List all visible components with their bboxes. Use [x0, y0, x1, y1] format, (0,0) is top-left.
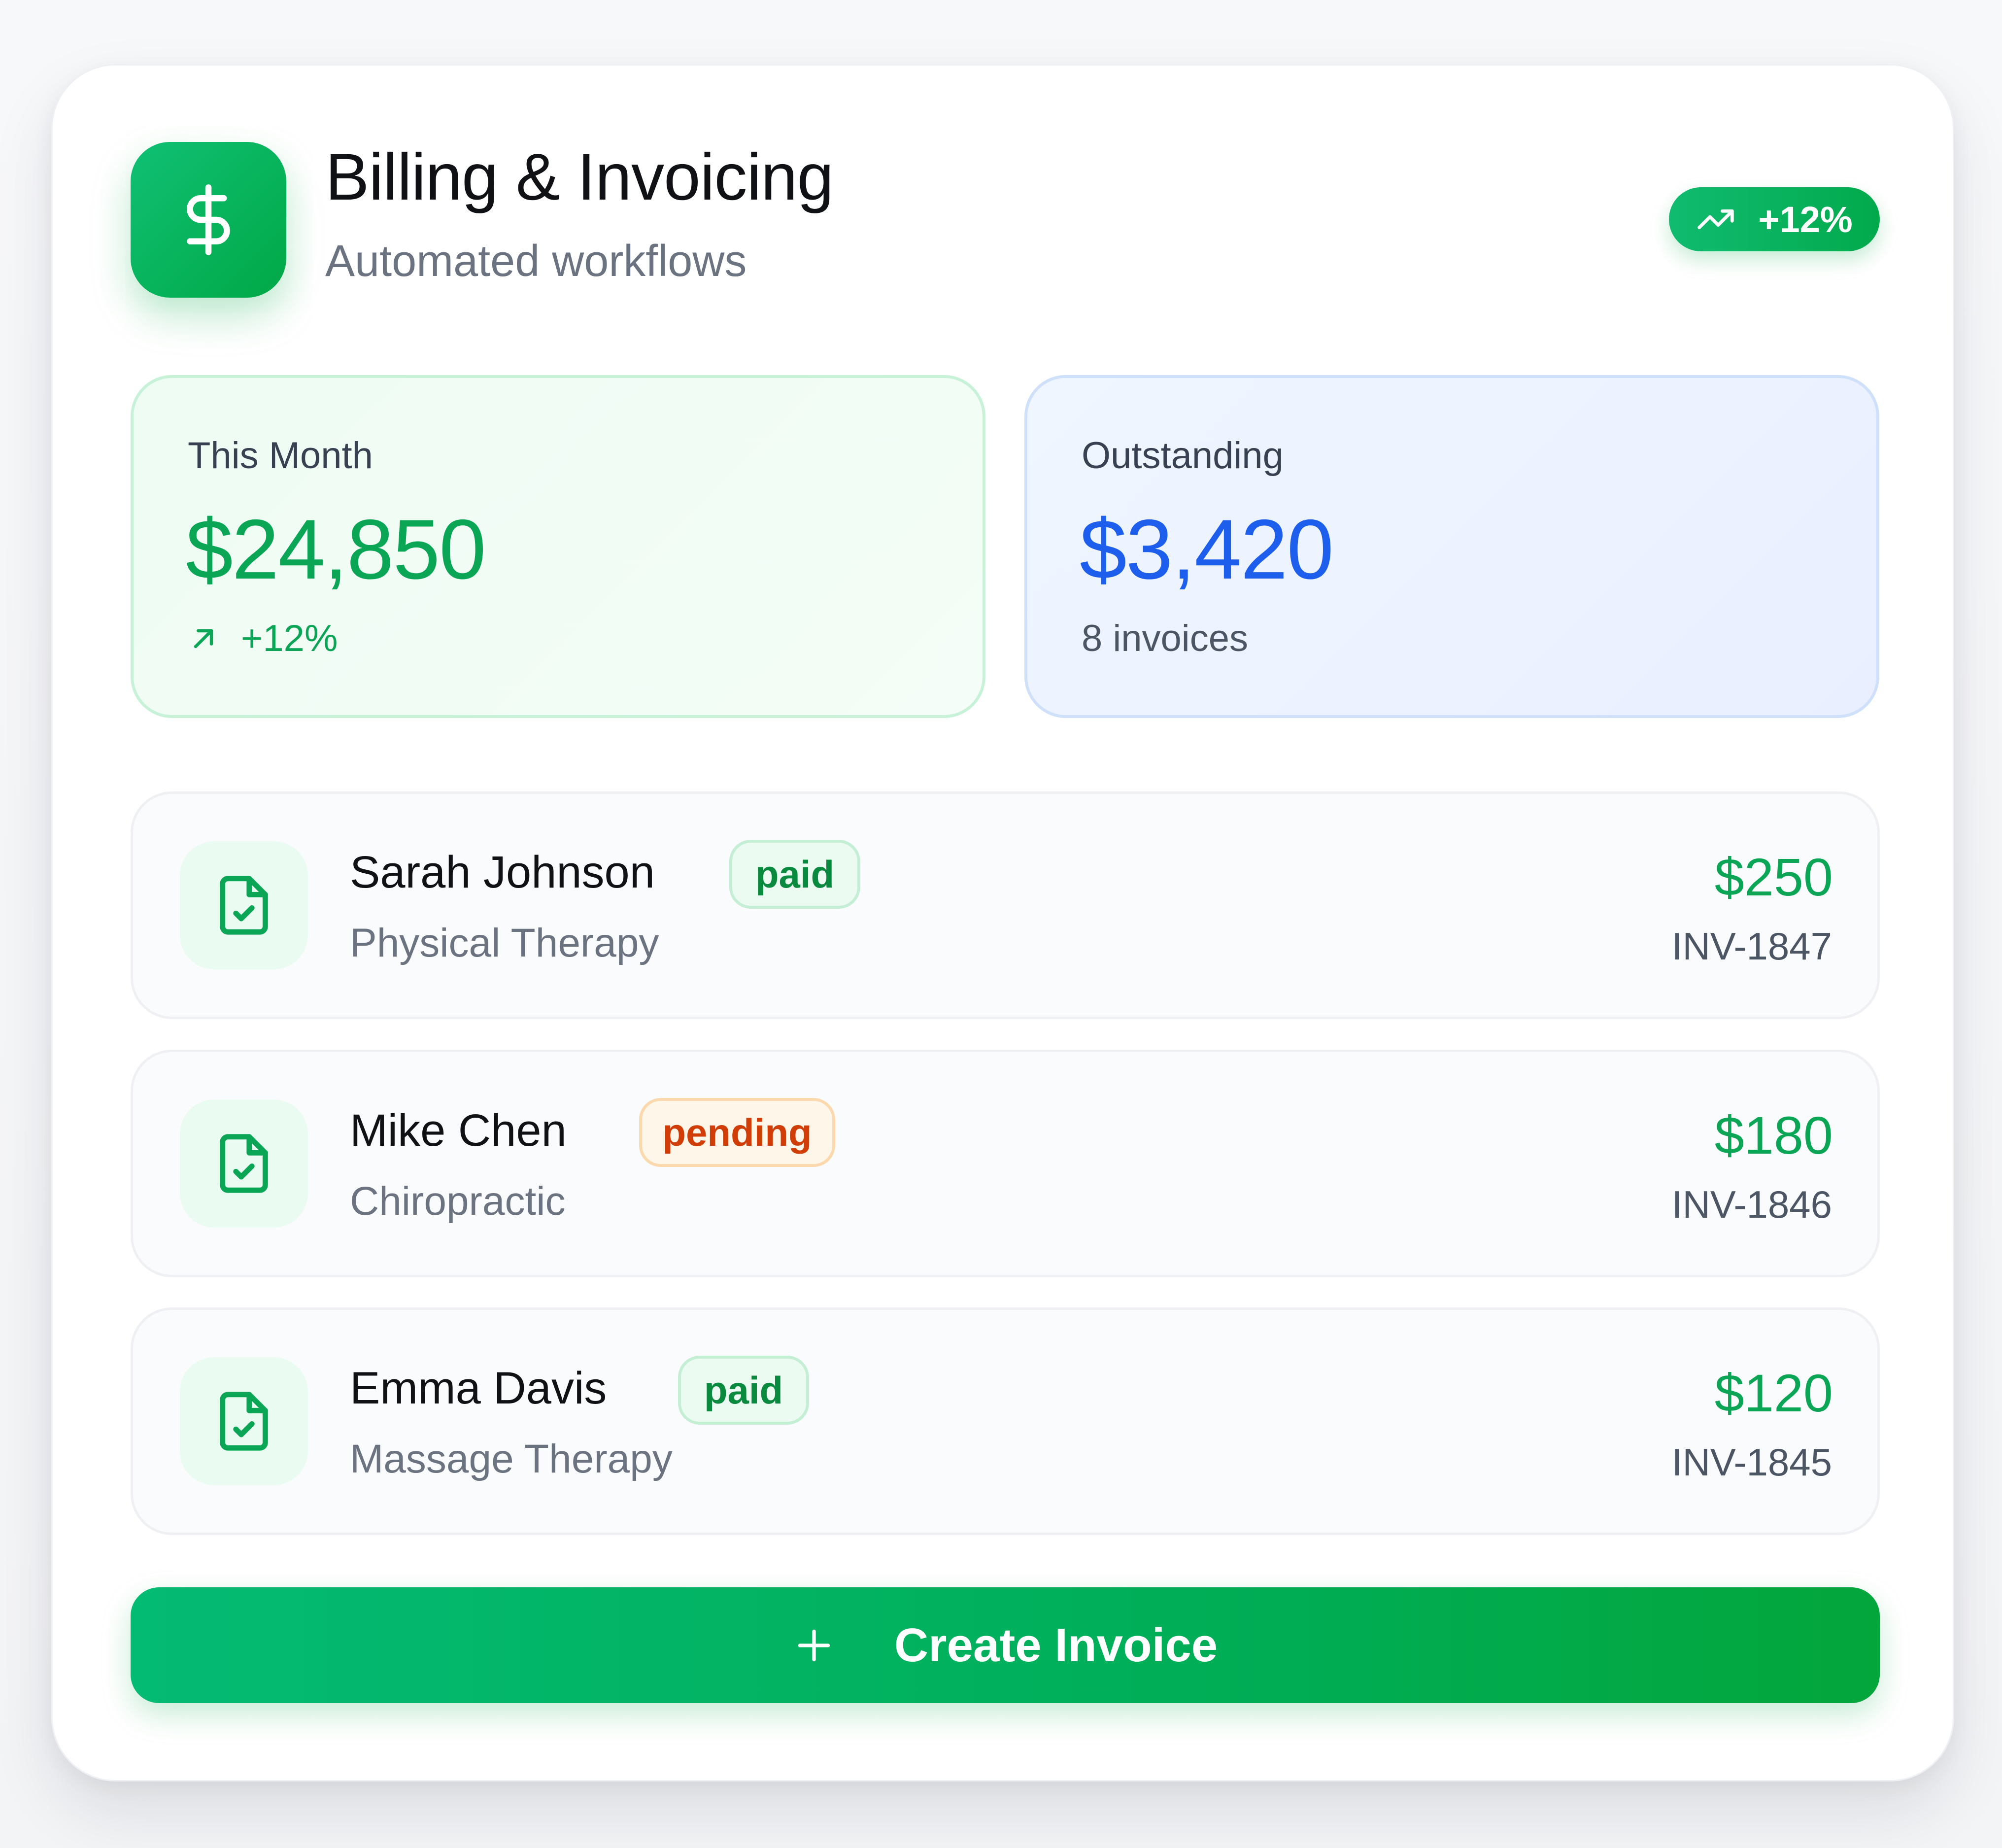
trend-badge: +12% — [1669, 187, 1880, 251]
stat-outstanding-count: 8 invoices — [1082, 617, 1248, 659]
invoice-amount: $250 — [1714, 847, 1833, 907]
page-title: Billing & Invoicing — [325, 140, 834, 214]
invoice-id: INV-1847 — [1671, 924, 1832, 968]
arrow-up-right-icon — [194, 629, 213, 649]
stat-outstanding-label: Outstanding — [1082, 435, 1284, 477]
billing-card: Billing & Invoicing Automated workflows … — [51, 64, 1954, 1781]
stat-this-month: This Month $24,850 +12% — [131, 375, 985, 718]
status-badge: pending — [639, 1098, 835, 1167]
invoice-row[interactable]: Mike Chen pending Chiropractic $180 INV-… — [131, 1050, 1880, 1277]
dollar-icon — [131, 142, 286, 298]
trending-up-icon — [1697, 209, 1734, 229]
invoice-amount: $120 — [1714, 1363, 1833, 1423]
create-invoice-button[interactable]: Create Invoice — [131, 1587, 1880, 1703]
stat-this-month-change-value: +12% — [241, 617, 338, 659]
file-check-icon — [180, 1357, 308, 1485]
invoice-client-name: Emma Davis — [350, 1363, 607, 1413]
page-subtitle: Automated workflows — [325, 237, 747, 286]
stat-outstanding-value: $3,420 — [1080, 502, 1334, 597]
file-check-icon — [180, 1099, 308, 1228]
invoice-row[interactable]: Sarah Johnson paid Physical Therapy $250… — [131, 791, 1880, 1019]
invoice-service: Physical Therapy — [350, 921, 659, 965]
stat-outstanding: Outstanding $3,420 8 invoices — [1024, 375, 1879, 718]
stat-this-month-label: This Month — [188, 435, 373, 477]
invoice-row[interactable]: Emma Davis paid Massage Therapy $120 INV… — [131, 1307, 1880, 1535]
stat-this-month-value: $24,850 — [186, 502, 486, 597]
trend-badge-value: +12% — [1758, 199, 1853, 240]
create-invoice-label: Create Invoice — [894, 1618, 1218, 1672]
invoice-amount: $180 — [1714, 1105, 1833, 1165]
invoice-id: INV-1846 — [1671, 1183, 1832, 1226]
stat-this-month-change: +12% — [188, 620, 338, 657]
invoice-service: Massage Therapy — [350, 1437, 673, 1481]
plus-icon — [798, 1629, 830, 1661]
file-check-icon — [180, 841, 308, 969]
invoice-service: Chiropractic — [350, 1179, 566, 1224]
invoice-client-name: Mike Chen — [350, 1105, 567, 1156]
invoice-id: INV-1845 — [1671, 1440, 1832, 1484]
invoice-client-name: Sarah Johnson — [350, 847, 655, 897]
status-badge: paid — [729, 840, 860, 909]
status-badge: paid — [678, 1356, 809, 1425]
